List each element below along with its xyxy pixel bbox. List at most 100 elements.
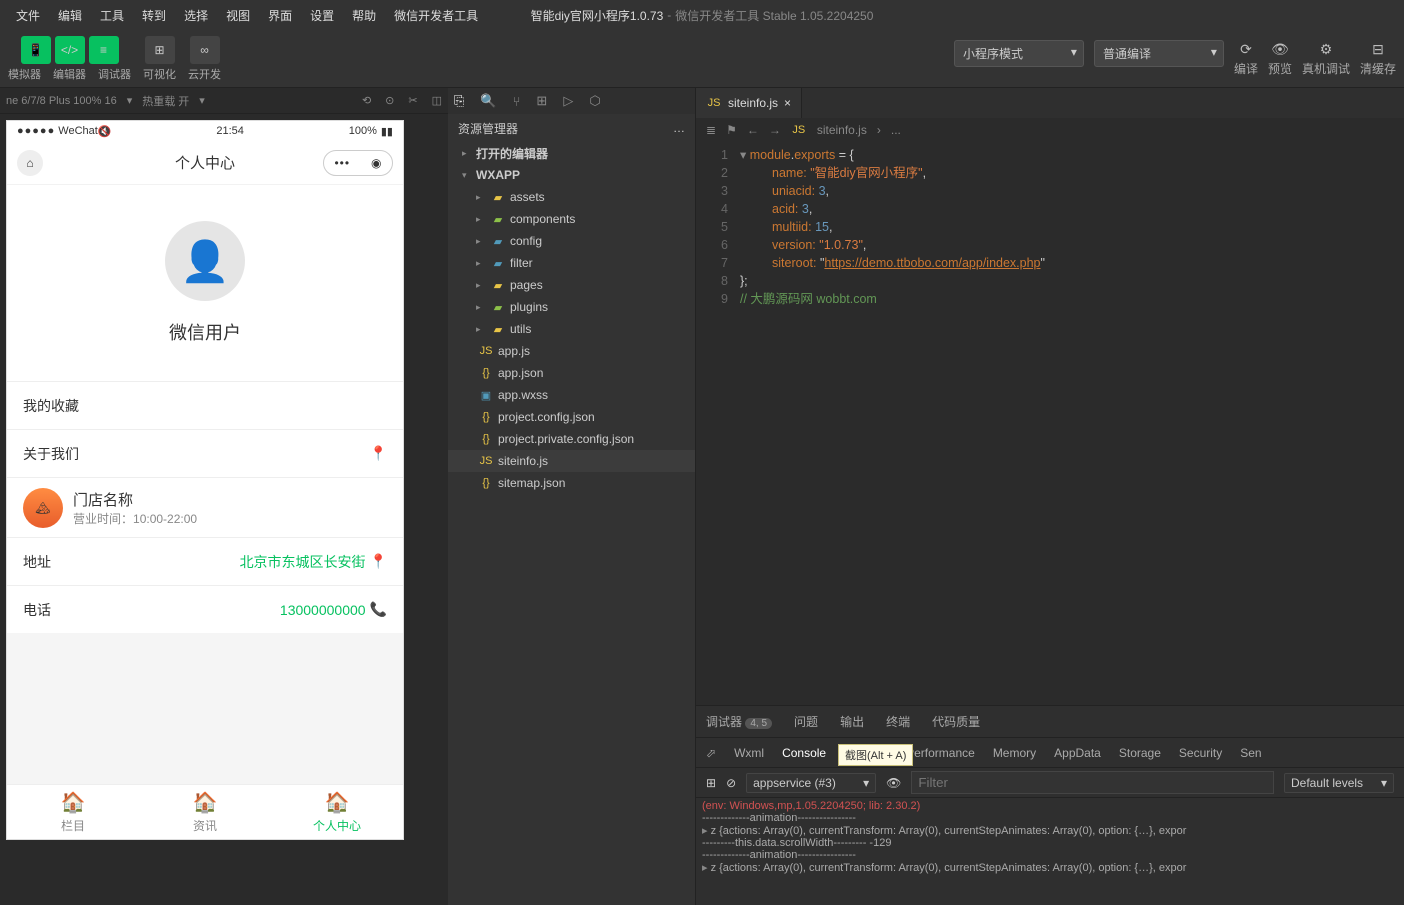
security-tab[interactable]: Security xyxy=(1179,746,1222,760)
file-project-private[interactable]: {}project.private.config.json xyxy=(448,428,695,450)
mode-select[interactable]: 小程序模式 xyxy=(954,40,1084,67)
clear-cache-icon[interactable]: ⊟ xyxy=(1369,40,1387,58)
tab-profile[interactable]: 🏠个人中心 xyxy=(271,785,403,839)
ext-icon[interactable]: ⊞ xyxy=(536,93,547,109)
storage-tab[interactable]: Storage xyxy=(1119,746,1161,760)
folder-pages[interactable]: ▸▰pages xyxy=(448,274,695,296)
file-app-json[interactable]: {}app.json xyxy=(448,362,695,384)
file-siteinfo[interactable]: JSsiteinfo.js xyxy=(448,450,695,472)
capture-icon[interactable]: ◫ xyxy=(432,94,442,107)
capsule-close[interactable]: ◉ xyxy=(371,156,381,170)
device-info[interactable]: ne 6/7/8 Plus 100% 16 xyxy=(6,95,117,107)
console-tab[interactable]: Console xyxy=(782,746,826,760)
wxml-tab[interactable]: Wxml xyxy=(734,746,764,760)
store-icon: 🏔 xyxy=(23,488,63,528)
compile-select[interactable]: 普通编译 xyxy=(1094,40,1224,67)
file-app-wxss[interactable]: ▣app.wxss xyxy=(448,384,695,406)
levels-select[interactable]: Default levels xyxy=(1284,773,1394,793)
visual-button[interactable]: ⊞ xyxy=(145,36,175,64)
profile-tab-icon: 🏠 xyxy=(325,790,350,815)
performance-tab[interactable]: Performance xyxy=(906,746,975,760)
simulator-toggle[interactable]: 📱 xyxy=(21,36,51,64)
tab-columns[interactable]: 🏠栏目 xyxy=(7,785,139,839)
menu-file[interactable]: 文件 xyxy=(8,3,48,28)
memory-tab[interactable]: Memory xyxy=(993,746,1036,760)
output-tab[interactable]: 输出 xyxy=(840,713,864,730)
file-project-config[interactable]: {}project.config.json xyxy=(448,406,695,428)
remote-debug-icon[interactable]: ⚙ xyxy=(1317,40,1335,58)
menu-help[interactable]: 帮助 xyxy=(344,3,384,28)
console-output[interactable]: (env: Windows,mp,1.05.2204250; lib: 2.30… xyxy=(696,798,1404,905)
file-app-js[interactable]: JSapp.js xyxy=(448,340,695,362)
tab-news[interactable]: 🏠资讯 xyxy=(139,785,271,839)
capsule-more[interactable]: ••• xyxy=(334,156,350,170)
terminal-tab[interactable]: 终端 xyxy=(886,713,910,730)
toggle-panel-icon[interactable]: ≣ xyxy=(706,123,716,137)
about-row[interactable]: 关于我们📍 xyxy=(7,429,403,477)
debugger-panel: 调试器 4, 5 问题 输出 终端 代码质量 ⬀ Wxml Console Ne… xyxy=(696,705,1404,905)
clear-icon[interactable]: ⊘ xyxy=(726,776,736,790)
preview-icon[interactable]: 👁 xyxy=(1271,40,1289,58)
folder-plugins[interactable]: ▸▰plugins xyxy=(448,296,695,318)
phone-row[interactable]: 电话13000000000📞 xyxy=(7,585,403,633)
nav-back-icon[interactable]: ← xyxy=(747,123,759,137)
bookmark-icon[interactable]: ⚑ xyxy=(726,123,737,137)
page-title: 个人中心 xyxy=(175,152,235,173)
live-icon[interactable]: 👁 xyxy=(886,776,901,790)
simulator-panel: ne 6/7/8 Plus 100% 16▾热重载 开▾ ⟲⊙✂◫ ●●●●● … xyxy=(0,88,448,905)
folder-assets[interactable]: ▸▰assets xyxy=(448,186,695,208)
inspect-icon[interactable]: ⬀ xyxy=(706,746,716,760)
sensor-tab[interactable]: Sen xyxy=(1240,746,1261,760)
editor-breadcrumb: ≣⚑←→ JSsiteinfo.js›... xyxy=(696,118,1404,142)
menu-goto[interactable]: 转到 xyxy=(134,3,174,28)
menu-devtools[interactable]: 微信开发者工具 xyxy=(386,3,486,28)
file-sitemap[interactable]: {}sitemap.json xyxy=(448,472,695,494)
menu-edit[interactable]: 编辑 xyxy=(50,3,90,28)
folder-utils[interactable]: ▸▰utils xyxy=(448,318,695,340)
record-icon[interactable]: ⊙ xyxy=(385,94,394,107)
favorites-row[interactable]: 我的收藏 xyxy=(7,381,403,429)
folder-config[interactable]: ▸▰config xyxy=(448,230,695,252)
rotate-icon[interactable]: ⟲ xyxy=(362,94,371,107)
editor-tab[interactable]: JSsiteinfo.js× xyxy=(696,88,802,118)
folder-filter[interactable]: ▸▰filter xyxy=(448,252,695,274)
search-icon[interactable]: 🔍 xyxy=(480,93,496,109)
appdata-tab[interactable]: AppData xyxy=(1054,746,1101,760)
more-icon[interactable]: … xyxy=(673,121,685,135)
quality-tab[interactable]: 代码质量 xyxy=(932,713,980,730)
home-icon[interactable]: ⌂ xyxy=(17,150,43,176)
folder-components[interactable]: ▸▰components xyxy=(448,208,695,230)
project-root[interactable]: ▾WXAPP xyxy=(448,164,695,186)
cut-icon[interactable]: ✂ xyxy=(408,94,417,107)
cloud-button[interactable]: ∞ xyxy=(190,36,220,64)
branch-icon[interactable]: ⑂ xyxy=(513,94,521,109)
phone-statusbar: ●●●●● WeChat🔇 21:54 100%▮▮ xyxy=(7,121,403,141)
menu-view[interactable]: 视图 xyxy=(218,3,258,28)
address-row[interactable]: 地址北京市东城区长安街📍 xyxy=(7,537,403,585)
code-editor[interactable]: 123456789 ▾ module.exports = { name: "智能… xyxy=(696,142,1404,705)
debug-icon[interactable]: ▷ xyxy=(563,93,573,109)
store-row[interactable]: 🏔 门店名称营业时间：10:00-22:00 xyxy=(7,477,403,537)
hot-reload[interactable]: 热重载 开 xyxy=(142,93,189,109)
nav-fwd-icon[interactable]: → xyxy=(769,123,781,137)
debugger-toggle[interactable]: ≡ xyxy=(89,36,119,64)
menu-tools[interactable]: 工具 xyxy=(92,3,132,28)
menu-interface[interactable]: 界面 xyxy=(260,3,300,28)
avatar[interactable]: 👤 xyxy=(165,221,245,301)
phone-frame: ●●●●● WeChat🔇 21:54 100%▮▮ ⌂ 个人中心 ••• ◉ 👤… xyxy=(6,120,404,840)
files-icon[interactable]: ⎘ xyxy=(454,93,464,109)
filter-input[interactable] xyxy=(911,771,1274,794)
compile-icon[interactable]: ⟳ xyxy=(1237,40,1255,58)
tabbar: 🏠栏目 🏠资讯 🏠个人中心 xyxy=(7,784,403,839)
context-select[interactable]: appservice (#3) xyxy=(746,773,876,793)
editor-toggle[interactable]: </> xyxy=(55,36,85,64)
close-icon[interactable]: × xyxy=(784,96,791,110)
plugin-icon[interactable]: ⬡ xyxy=(589,93,600,109)
home-tab-icon: 🏠 xyxy=(61,790,86,815)
expand-icon[interactable]: ⊞ xyxy=(706,776,716,790)
menu-select[interactable]: 选择 xyxy=(176,3,216,28)
open-editors-section[interactable]: ▸打开的编辑器 xyxy=(448,142,695,164)
debugger-tab[interactable]: 调试器 4, 5 xyxy=(706,713,772,730)
menu-settings[interactable]: 设置 xyxy=(302,3,342,28)
issues-tab[interactable]: 问题 xyxy=(794,713,818,730)
